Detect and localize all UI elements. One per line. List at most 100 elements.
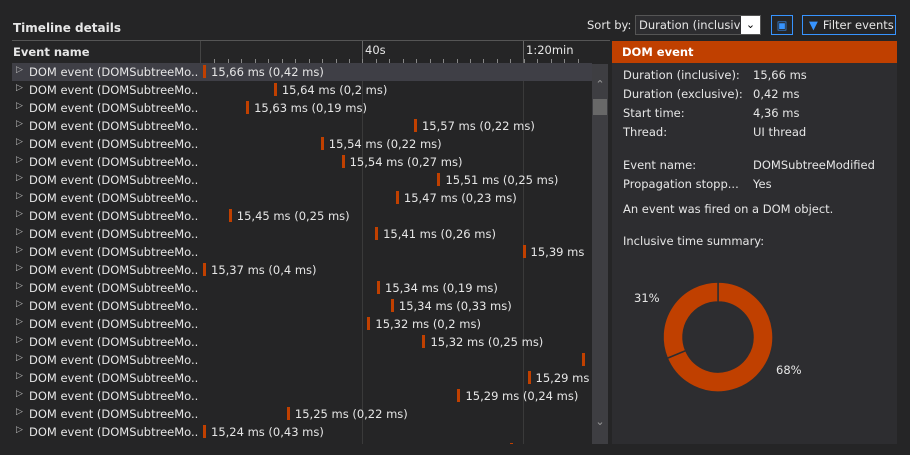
detail-field: Start time: 4,36 ms xyxy=(623,106,799,120)
event-description: An event was fired on a DOM object. xyxy=(623,202,834,216)
table-row[interactable]: ▷ DOM event (DOMSubtreeMo... 15,24 ms (0… xyxy=(12,423,592,441)
timeline-bar[interactable] xyxy=(527,371,531,384)
duration-label: 15,54 ms (0,22 ms) xyxy=(328,137,442,151)
detail-field: Duration (inclusive): 15,66 ms xyxy=(623,68,807,82)
timeline-bar[interactable] xyxy=(320,137,324,150)
timeline-bar[interactable] xyxy=(203,263,206,276)
expand-icon[interactable]: ▷ xyxy=(16,191,23,201)
sort-label: Sort by: xyxy=(587,18,632,32)
table-row[interactable]: ▷ DOM event (DOMSubtreeMo... 15,29 ms ( xyxy=(12,369,592,387)
column-header-event-name[interactable]: Event name xyxy=(13,45,90,59)
table-row[interactable]: ▷ DOM event (DOMSubtreeMo... 15,41 ms (0… xyxy=(12,225,592,243)
zoom-to-fit-button[interactable]: ▣ xyxy=(771,15,793,35)
table-row[interactable]: ▷ DOM event (DOMSubtreeMo... 15,54 ms (0… xyxy=(12,153,592,171)
table-row[interactable]: ▷ DOM event (DOMSubtreeMo... xyxy=(12,351,592,369)
expand-icon[interactable]: ▷ xyxy=(16,119,23,129)
timeline-bar[interactable] xyxy=(413,119,417,132)
table-row[interactable]: ▷ DOM event (DOMSubtreeMo... 15,57 ms (0… xyxy=(12,117,592,135)
timeline-bar[interactable] xyxy=(390,299,394,312)
table-row[interactable]: ▷ DOM event (DOMSubtreeMo... 15,25 ms (0… xyxy=(12,405,592,423)
expand-icon[interactable]: ▷ xyxy=(16,299,23,309)
field-key: Duration (exclusive): xyxy=(623,87,743,101)
timeline-bar[interactable] xyxy=(375,227,379,240)
expand-icon[interactable]: ▷ xyxy=(16,371,23,381)
table-row[interactable]: ▷ DOM event (DOMSubtreeMo... 15,64 ms (0… xyxy=(12,81,592,99)
expand-icon[interactable]: ▷ xyxy=(16,65,23,75)
timeline-bar[interactable] xyxy=(522,245,526,258)
expand-icon[interactable]: ▷ xyxy=(16,101,23,111)
table-row[interactable]: ▷ DOM event (DOMSubtreeMo... 15,63 ms (0… xyxy=(12,99,592,117)
table-row[interactable]: ▷ DOM event (DOMSubtreeMo... 15,51 ms (0… xyxy=(12,171,592,189)
timeline-bar[interactable] xyxy=(437,173,441,186)
event-name: DOM event (DOMSubtreeMo... xyxy=(29,119,199,133)
expand-icon[interactable]: ▷ xyxy=(16,263,23,273)
expand-icon[interactable]: ▷ xyxy=(16,317,23,327)
table-row[interactable]: ▷ DOM event (DOMSubtreeMo... 15,32 ms (0… xyxy=(12,333,592,351)
expand-icon[interactable]: ▷ xyxy=(16,281,23,291)
timeline-bar[interactable] xyxy=(203,425,206,438)
expand-icon[interactable]: ▷ xyxy=(16,227,23,237)
table-row[interactable]: ▷ DOM event (DOMSubtreeMo... 15,54 ms (0… xyxy=(12,135,592,153)
table-row[interactable]: ▷ DOM event (DOMSubtreeMo... 15,32 ms (0… xyxy=(12,315,592,333)
table-row[interactable]: ▷ DOM event (DOMSubtreeMo... 15,34 ms (0… xyxy=(12,279,592,297)
field-value: UI thread xyxy=(753,125,807,139)
event-name: DOM event (DOMSubtreeMo... xyxy=(29,65,199,79)
timeline-bar[interactable] xyxy=(228,209,232,222)
timeline-bar[interactable] xyxy=(422,335,426,348)
fit-selection-icon: ▣ xyxy=(776,18,788,32)
panel-title: Timeline details xyxy=(13,21,121,35)
event-name: DOM event (DOMSubtreeMo... xyxy=(29,317,199,331)
expand-icon[interactable]: ▷ xyxy=(16,335,23,345)
duration-label: 15,45 ms (0,25 ms) xyxy=(236,209,350,223)
field-key: Duration (inclusive): xyxy=(623,68,740,82)
table-row[interactable] xyxy=(12,441,592,444)
expand-icon[interactable]: ▷ xyxy=(16,83,23,93)
chevron-down-icon: ⌄ xyxy=(741,16,760,34)
detail-field: Duration (exclusive): 0,42 ms xyxy=(623,87,799,101)
event-name: DOM event (DOMSubtreeMo... xyxy=(29,83,199,97)
expand-icon[interactable]: ▷ xyxy=(16,425,23,435)
timeline-bar[interactable] xyxy=(395,191,399,204)
table-row[interactable]: ▷ DOM event (DOMSubtreeMo... 15,29 ms (0… xyxy=(12,387,592,405)
expand-icon[interactable]: ▷ xyxy=(16,353,23,363)
scrollbar-thumb[interactable] xyxy=(593,99,607,115)
table-row[interactable]: ▷ DOM event (DOMSubtreeMo... 15,39 ms (0 xyxy=(12,243,592,261)
table-row[interactable]: ▷ DOM event (DOMSubtreeMo... 15,47 ms (0… xyxy=(12,189,592,207)
filter-events-button[interactable]: ▼ Filter events xyxy=(802,15,896,35)
timeline-bar[interactable] xyxy=(341,155,345,168)
expand-icon[interactable]: ▷ xyxy=(16,209,23,219)
timeline-bar[interactable] xyxy=(203,65,206,78)
expand-icon[interactable]: ▷ xyxy=(16,173,23,183)
expand-icon[interactable]: ▷ xyxy=(16,137,23,147)
detail-field: Event name: DOMSubtreeModified xyxy=(623,158,875,172)
timeline-bar[interactable] xyxy=(246,101,250,114)
field-key: Event name: xyxy=(623,158,697,172)
event-name: DOM event (DOMSubtreeMo... xyxy=(29,245,199,259)
event-name: DOM event (DOMSubtreeMo... xyxy=(29,263,199,277)
timeline-bar[interactable] xyxy=(582,353,586,366)
timeline-bar[interactable] xyxy=(273,83,277,96)
expand-icon[interactable]: ▷ xyxy=(16,389,23,399)
sort-select[interactable]: Duration (inclusive) ⌄ xyxy=(635,15,761,35)
chevron-down-icon[interactable]: ⌄ xyxy=(592,415,608,428)
duration-label: 15,66 ms (0,42 ms) xyxy=(211,65,324,79)
chevron-up-icon[interactable]: ⌃ xyxy=(592,78,608,91)
event-list[interactable]: ▷ DOM event (DOMSubtreeMo... 15,66 ms (0… xyxy=(12,63,592,444)
duration-label: 15,29 ms ( xyxy=(535,371,589,385)
expand-icon[interactable]: ▷ xyxy=(16,245,23,255)
table-row[interactable]: ▷ DOM event (DOMSubtreeMo... 15,45 ms (0… xyxy=(12,207,592,225)
timeline-bar[interactable] xyxy=(457,389,461,402)
table-row[interactable]: ▷ DOM event (DOMSubtreeMo... 15,37 ms (0… xyxy=(12,261,592,279)
vertical-scrollbar[interactable]: ⌃ ⌄ xyxy=(592,64,608,444)
timeline-bar[interactable] xyxy=(286,407,290,420)
expand-icon[interactable]: ▷ xyxy=(16,155,23,165)
timeline-ruler[interactable]: 40s 1:20min xyxy=(200,41,592,64)
table-row[interactable]: ▷ DOM event (DOMSubtreeMo... 15,66 ms (0… xyxy=(12,63,592,81)
duration-label: 15,25 ms (0,22 ms) xyxy=(294,407,408,421)
timeline-bar[interactable] xyxy=(377,281,381,294)
slice-label: 31% xyxy=(634,291,660,305)
timeline-bar[interactable] xyxy=(367,317,371,330)
timeline-bar[interactable] xyxy=(510,443,513,444)
expand-icon[interactable]: ▷ xyxy=(16,407,23,417)
table-row[interactable]: ▷ DOM event (DOMSubtreeMo... 15,34 ms (0… xyxy=(12,297,592,315)
